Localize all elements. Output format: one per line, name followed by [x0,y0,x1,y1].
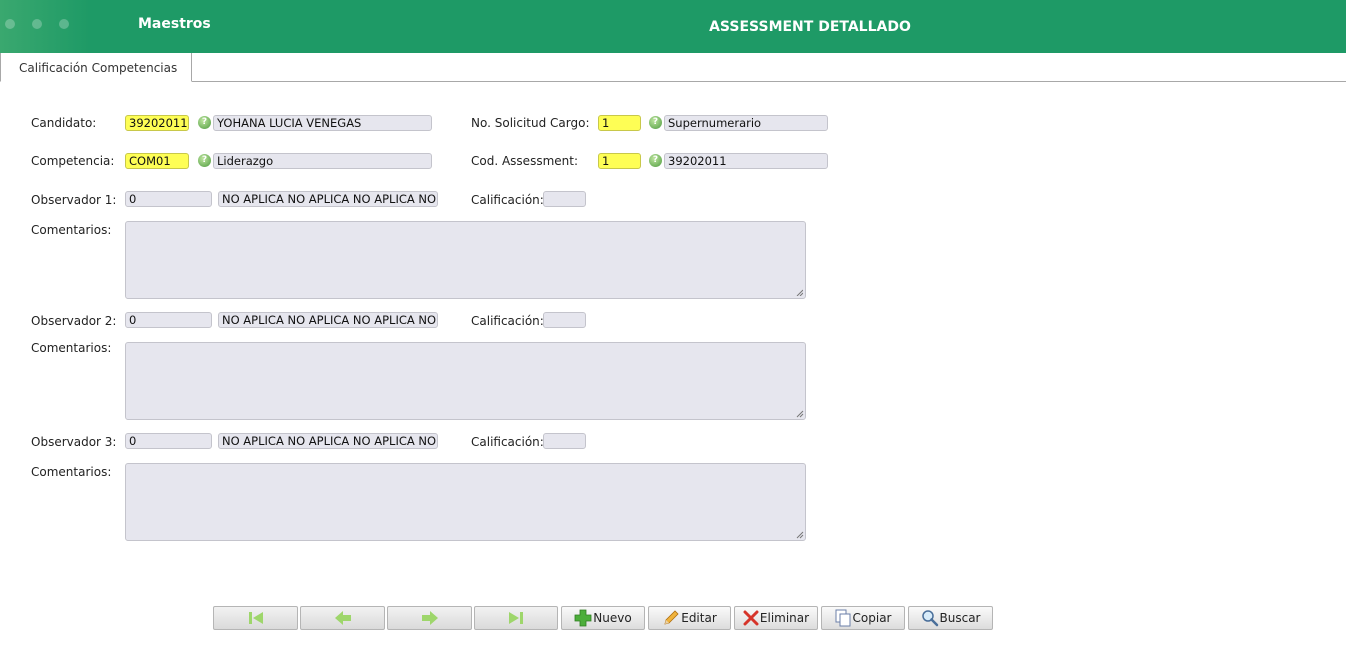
copiar-label: Copiar [852,611,892,625]
calificacion-1-label: Calificación: [471,193,544,207]
calificacion-2-label: Calificación: [471,314,544,328]
resize-grip-icon[interactable] [796,289,803,296]
buscar-label: Buscar [939,611,981,625]
solicitud-label: No. Solicitud Cargo: [471,116,590,130]
page-title: ASSESSMENT DETALLADO [709,19,911,35]
copiar-button[interactable]: Copiar [821,606,905,630]
last-record-icon [509,612,523,624]
buscar-button[interactable]: Buscar [908,606,993,630]
assessment-name-field: 39202011 [664,153,828,169]
first-record-icon [248,612,263,624]
lookup-help-icon[interactable]: ? [198,154,211,167]
competencia-name-field: Liderazgo [213,153,432,169]
calificacion-3-field[interactable] [543,433,586,449]
eliminar-button[interactable]: Eliminar [734,606,818,630]
candidato-label: Candidato: [31,116,97,130]
observador-1-name-field: NO APLICA NO APLICA NO APLICA NO [218,191,438,207]
lookup-help-icon[interactable]: ? [198,116,211,129]
assessment-code-field[interactable]: 1 [598,153,641,169]
previous-record-icon [334,611,351,625]
observador-3-code-field[interactable]: 0 [125,433,212,449]
candidato-code-field[interactable]: 39202011 [125,115,189,131]
solicitud-code-field[interactable]: 1 [598,115,641,131]
pencil-icon [664,610,679,625]
comentarios-3-textarea[interactable] [125,463,806,541]
editar-button[interactable]: Editar [648,606,731,630]
comentarios-1-label: Comentarios: [31,223,112,237]
observador-3-name-field: NO APLICA NO APLICA NO APLICA NO [218,433,438,449]
lookup-help-icon[interactable]: ? [649,154,662,167]
observador-2-name-field: NO APLICA NO APLICA NO APLICA NO [218,312,438,328]
first-record-button[interactable] [213,606,298,630]
calificacion-2-field[interactable] [543,312,586,328]
nuevo-label: Nuevo [593,611,632,625]
last-record-button[interactable] [474,606,558,630]
observador-3-label: Observador 3: [31,435,117,449]
comentarios-3-label: Comentarios: [31,465,112,479]
next-record-icon [421,611,438,625]
previous-record-button[interactable] [300,606,385,630]
comentarios-2-label: Comentarios: [31,341,112,355]
delete-x-icon [743,610,759,626]
resize-grip-icon[interactable] [796,531,804,539]
observador-2-code-field[interactable]: 0 [125,312,212,328]
eliminar-label: Eliminar [759,611,810,625]
candidato-name-field: YOHANA LUCIA VENEGAS [213,115,432,131]
solicitud-name-field: Supernumerario [664,115,828,131]
competencia-label: Competencia: [31,154,115,168]
competencia-code-field[interactable]: COM01 [125,153,189,169]
tab-calificacion-competencias[interactable]: Calificación Competencias [0,53,192,82]
assessment-label: Cod. Assessment: [471,154,578,168]
app-header: Maestros ASSESSMENT DETALLADO [0,0,1346,53]
nuevo-button[interactable]: Nuevo [561,606,645,630]
magnifier-icon [921,610,938,627]
next-record-button[interactable] [387,606,472,630]
observador-1-label: Observador 1: [31,193,117,207]
comentarios-1-textarea[interactable] [125,221,806,299]
tab-bar: Calificación Competencias [0,53,1346,82]
lookup-help-icon[interactable]: ? [649,116,662,129]
resize-grip-icon[interactable] [796,410,804,418]
copy-icon [835,609,851,627]
comentarios-2-textarea[interactable] [125,342,806,420]
calificacion-1-field[interactable] [543,191,586,207]
observador-2-label: Observador 2: [31,314,117,328]
calificacion-3-label: Calificación: [471,435,544,449]
assessment-detail-window: Maestros ASSESSMENT DETALLADO Calificaci… [0,0,1346,665]
observador-1-code-field[interactable]: 0 [125,191,212,207]
editar-label: Editar [681,611,717,625]
plus-icon [574,609,592,627]
